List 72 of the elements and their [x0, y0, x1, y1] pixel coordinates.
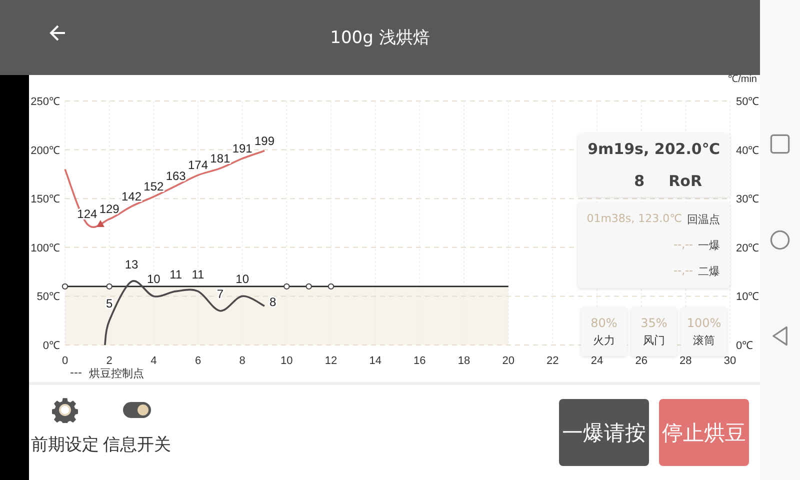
x-axis-label: 16	[414, 355, 426, 367]
event-label: 一爆	[698, 238, 720, 252]
setting-value: 100%	[686, 316, 722, 330]
x-axis-label: 26	[635, 355, 648, 367]
back-arrow-icon[interactable]	[48, 23, 68, 43]
data-label: 7	[216, 286, 224, 301]
legend-label: 烘豆控制点	[88, 366, 144, 381]
event-label: 二爆	[698, 264, 720, 278]
data-label: 13	[124, 258, 138, 272]
data-label: 129	[99, 202, 120, 216]
x-axis-label: 10	[280, 355, 293, 367]
time-temperature: 9m19s, 202.0℃	[588, 140, 720, 158]
setting-label: 滚筒	[693, 332, 715, 348]
event-value: --,--	[674, 238, 693, 252]
recents-icon[interactable]	[769, 133, 791, 155]
setting-label: 风门	[643, 332, 665, 348]
ror-label: RoR	[668, 172, 702, 190]
data-label: 152	[144, 180, 164, 194]
x-axis-label: 6	[194, 355, 202, 367]
data-label: 142	[121, 189, 142, 204]
data-label: 163	[166, 168, 186, 183]
x-axis-label: 28	[680, 355, 692, 367]
gear-icon[interactable]	[52, 397, 78, 423]
y-axis-label: 250℃	[30, 96, 60, 108]
x-axis-label: 24	[590, 355, 604, 367]
data-label: 199	[254, 134, 275, 148]
tool-label: 信息开关	[103, 434, 171, 456]
legend-symbol: ---	[70, 366, 82, 381]
x-axis-label: 4	[150, 355, 157, 367]
x-axis-label: 20	[502, 355, 514, 367]
x-axis-label: 18	[458, 355, 470, 367]
y-axis-label: 50℃	[36, 291, 60, 304]
x-axis-label: 30	[724, 355, 736, 367]
x-axis-label: 14	[369, 355, 382, 367]
turning-point-marker	[96, 220, 104, 227]
event-value: 01m38s, 123.0℃	[586, 212, 682, 226]
data-label: 181	[210, 151, 230, 166]
setting-label: 火力	[593, 332, 615, 348]
setting-value: 35%	[640, 316, 668, 330]
setting-value: 80%	[590, 316, 618, 330]
event-label: 回温点	[687, 212, 720, 226]
x-axis-label: 0	[62, 355, 68, 367]
home-icon[interactable]	[769, 229, 791, 251]
axis-unit: ℃/min	[728, 74, 757, 85]
y-axis-label: 20℃	[736, 242, 760, 254]
data-label: 8	[270, 294, 276, 309]
y-axis-label: 150℃	[30, 194, 60, 206]
data-label: 5	[106, 296, 113, 311]
page-title: 100g 浅烘焙	[330, 27, 430, 49]
tool-label: 前期设定	[31, 434, 99, 456]
data-label: 10	[236, 272, 250, 286]
ror-value: 8	[634, 172, 645, 190]
x-axis-label: 12	[324, 355, 338, 367]
event-value: --,--	[674, 264, 693, 278]
data-label: 11	[192, 267, 204, 282]
data-label: 10	[146, 272, 160, 286]
first-crack-button[interactable]: 一爆请按	[559, 399, 649, 466]
x-axis-label: 22	[546, 355, 559, 367]
data-label: 191	[232, 142, 252, 156]
y-axis-label: 40℃	[736, 144, 760, 157]
x-axis-label: 8	[239, 355, 246, 367]
y-axis-label: 0℃	[42, 340, 60, 352]
y-axis-label: 50℃	[736, 96, 760, 108]
y-axis-label: 0℃	[736, 340, 754, 352]
y-axis-label: 100℃	[30, 242, 60, 254]
toggle-switch[interactable]	[123, 402, 151, 418]
data-label: 174	[188, 158, 208, 172]
y-axis-label: 10℃	[736, 291, 760, 304]
y-axis-label: 30℃	[736, 194, 760, 206]
x-axis-label: 2	[106, 355, 112, 367]
y-axis-label: 200℃	[30, 144, 60, 157]
data-label: 11	[170, 267, 182, 282]
